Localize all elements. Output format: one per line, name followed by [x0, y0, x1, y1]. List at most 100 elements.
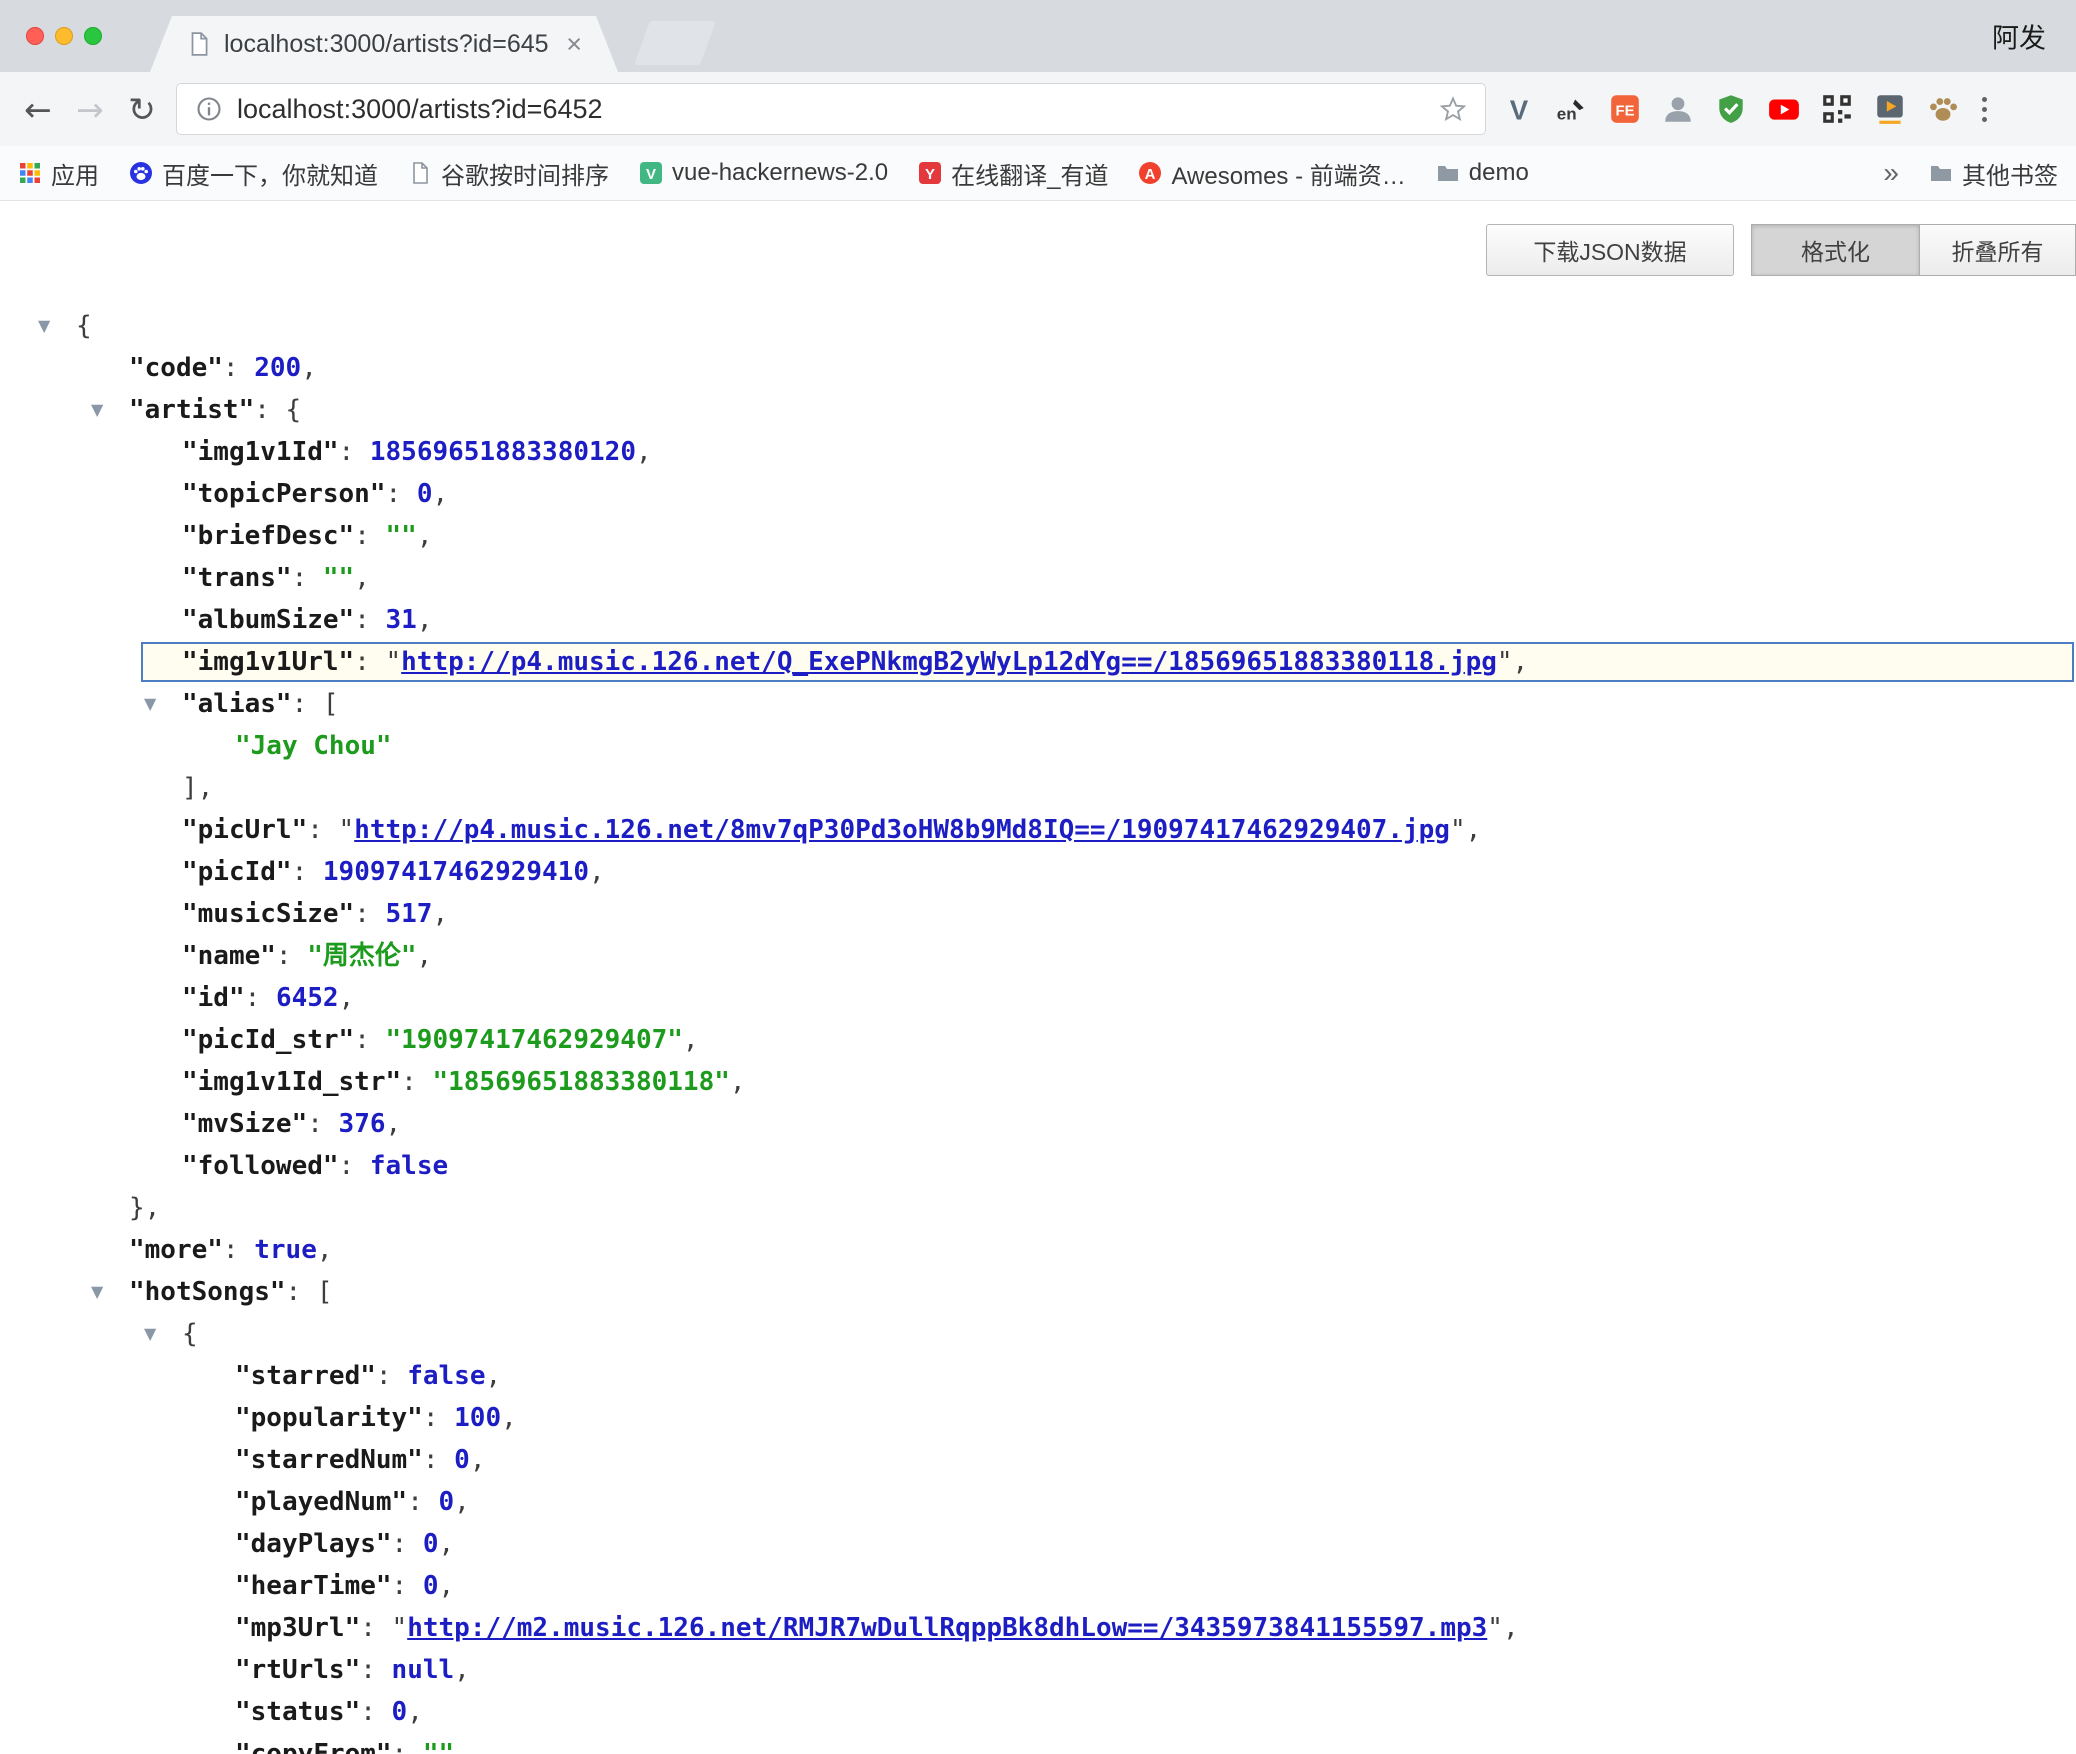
- json-line: ▼"artist": {: [0, 389, 2076, 431]
- bookmark-star-icon[interactable]: [1439, 95, 1467, 123]
- browser-profile-name[interactable]: 阿发: [1992, 17, 2046, 56]
- baidu-icon: [129, 161, 153, 185]
- json-line: "starredNum": 0,: [0, 1439, 2076, 1481]
- json-line: "more": true,: [0, 1229, 2076, 1271]
- bookmark-label: 应用: [51, 156, 99, 191]
- json-line: "hearTime": 0,: [0, 1565, 2076, 1607]
- bookmark-item-youdao-translate[interactable]: Y 在线翻译_有道: [918, 156, 1108, 191]
- json-line: ▼{: [0, 1313, 2076, 1355]
- browser-tab[interactable]: localhost:3000/artists?id=645 ×: [150, 16, 618, 72]
- bookmark-label: 在线翻译_有道: [951, 156, 1108, 191]
- browser-menu-icon[interactable]: [1976, 91, 1993, 128]
- collapse-toggle-icon[interactable]: ▼: [91, 1271, 103, 1313]
- json-line: "picId_str": "19097417462929407",: [0, 1019, 2076, 1061]
- zoom-window-button[interactable]: [84, 27, 102, 45]
- translate-pen-icon[interactable]: en: [1555, 92, 1589, 126]
- folder-icon: [1929, 161, 1953, 185]
- bookmark-item-awesomes[interactable]: A Awesomes - 前端资…: [1138, 156, 1405, 191]
- bookmark-item-google-sort[interactable]: 谷歌按时间排序: [408, 156, 609, 191]
- qrcode-icon[interactable]: [1820, 92, 1854, 126]
- shield-blocker-icon[interactable]: [1714, 92, 1748, 126]
- json-line: "name": "周杰伦",: [0, 935, 2076, 977]
- json-line: "playedNum": 0,: [0, 1481, 2076, 1523]
- json-line: "rtUrls": null,: [0, 1649, 2076, 1691]
- svg-text:Y: Y: [925, 166, 935, 183]
- new-tab-button[interactable]: [634, 21, 716, 65]
- json-line: "topicPerson": 0,: [0, 473, 2076, 515]
- json-url-link[interactable]: http://p4.music.126.net/Q_ExePNkmgB2yWyL…: [401, 647, 1497, 677]
- paw-icon[interactable]: [1926, 92, 1960, 126]
- navigation-bar: ← → ↻ localhost:3000/artists?id=6452 V e…: [0, 72, 2076, 146]
- other-bookmarks-label: 其他书签: [1962, 156, 2058, 191]
- collapse-toggle-icon[interactable]: ▼: [38, 305, 50, 347]
- bookmark-item-demo[interactable]: demo: [1436, 159, 1529, 187]
- url-text[interactable]: localhost:3000/artists?id=6452: [237, 94, 1425, 125]
- json-line: "musicSize": 517,: [0, 893, 2076, 935]
- collapse-toggle-icon[interactable]: ▼: [91, 389, 103, 431]
- bookmark-label: 百度一下，你就知道: [162, 156, 378, 191]
- site-info-icon[interactable]: [195, 95, 223, 123]
- collapse-all-button[interactable]: 折叠所有: [1919, 224, 2076, 276]
- json-line: "starred": false,: [0, 1355, 2076, 1397]
- profile-person-icon[interactable]: [1661, 92, 1695, 126]
- json-view: ▼{"code": 200,▼"artist": {"img1v1Id": 18…: [0, 305, 2076, 1754]
- bookmark-item-baidu[interactable]: 百度一下，你就知道: [129, 156, 378, 191]
- json-url-link[interactable]: http://m2.music.126.net/RMJR7wDullRqppBk…: [407, 1613, 1487, 1643]
- bookmarks-overflow-chevron-icon[interactable]: »: [1883, 157, 1899, 189]
- download-json-button[interactable]: 下载JSON数据: [1486, 224, 1734, 276]
- other-bookmarks-folder[interactable]: 其他书签: [1929, 156, 2058, 191]
- back-button[interactable]: ←: [12, 83, 64, 135]
- json-line: "picId": 19097417462929410,: [0, 851, 2076, 893]
- json-line: "status": 0,: [0, 1691, 2076, 1733]
- bookmark-item-vue-hackernews[interactable]: V vue-hackernews-2.0: [639, 159, 888, 187]
- json-line: "trans": "",: [0, 557, 2076, 599]
- svg-text:en: en: [1557, 105, 1577, 124]
- json-line: ],: [0, 767, 2076, 809]
- svg-text:A: A: [1145, 166, 1156, 183]
- youdao-icon: Y: [918, 161, 942, 185]
- bookmarks-bar: 应用 百度一下，你就知道 谷歌按时间排序 V vue-hackernews-2.…: [0, 146, 2076, 201]
- json-line: "popularity": 100,: [0, 1397, 2076, 1439]
- close-window-button[interactable]: [26, 27, 44, 45]
- json-line: ▼"alias": [: [0, 683, 2076, 725]
- collapse-toggle-icon[interactable]: ▼: [144, 683, 156, 725]
- folder-icon: [1436, 161, 1460, 185]
- address-bar[interactable]: localhost:3000/artists?id=6452: [176, 83, 1486, 135]
- svg-text:FE: FE: [1616, 103, 1635, 119]
- format-button[interactable]: 格式化: [1751, 224, 1920, 276]
- tab-close-icon[interactable]: ×: [566, 31, 582, 58]
- json-line: "img1v1Id": 18569651883380120,: [0, 431, 2076, 473]
- json-line: "img1v1Id_str": "18569651883380118",: [0, 1061, 2076, 1103]
- bookmark-label: vue-hackernews-2.0: [672, 159, 888, 187]
- forward-button[interactable]: →: [64, 83, 116, 135]
- json-line: },: [0, 1187, 2076, 1229]
- json-line: "copyFrom": "",: [0, 1733, 2076, 1754]
- browser-window: localhost:3000/artists?id=645 × 阿发 ← → ↻…: [0, 0, 2076, 1754]
- vimium-icon[interactable]: V: [1502, 92, 1536, 126]
- svg-text:V: V: [1510, 95, 1529, 126]
- json-line: "mp3Url": "http://m2.music.126.net/RMJR7…: [0, 1607, 2076, 1649]
- page-favicon-icon: [186, 31, 212, 57]
- fe-icon[interactable]: FE: [1608, 92, 1642, 126]
- json-line: "albumSize": 31,: [0, 599, 2076, 641]
- bookmark-label: Awesomes - 前端资…: [1171, 156, 1405, 191]
- player-icon[interactable]: [1873, 92, 1907, 126]
- view-mode-toggle: 格式化 折叠所有: [1751, 224, 2076, 276]
- window-controls: [26, 27, 102, 45]
- collapse-toggle-icon[interactable]: ▼: [144, 1313, 156, 1355]
- vue-icon: V: [639, 161, 663, 185]
- json-line: "id": 6452,: [0, 977, 2076, 1019]
- minimize-window-button[interactable]: [55, 27, 73, 45]
- youtube-icon[interactable]: [1767, 92, 1801, 126]
- json-line: "Jay Chou": [0, 725, 2076, 767]
- bookmark-item-apps[interactable]: 应用: [18, 156, 99, 191]
- json-line: "picUrl": "http://p4.music.126.net/8mv7q…: [0, 809, 2076, 851]
- reload-button[interactable]: ↻: [116, 83, 168, 135]
- page-icon: [408, 161, 432, 185]
- tab-bar: localhost:3000/artists?id=645 × 阿发: [0, 0, 2076, 72]
- page-content: 下载JSON数据 格式化 折叠所有 ▼{"code": 200,▼"artist…: [0, 201, 2076, 1754]
- tab-title: localhost:3000/artists?id=645: [224, 30, 554, 59]
- apps-grid-icon: [18, 161, 42, 185]
- json-line-selected: "img1v1Url": "http://p4.music.126.net/Q_…: [0, 641, 2076, 683]
- json-url-link[interactable]: http://p4.music.126.net/8mv7qP30Pd3oHW8b…: [354, 815, 1450, 845]
